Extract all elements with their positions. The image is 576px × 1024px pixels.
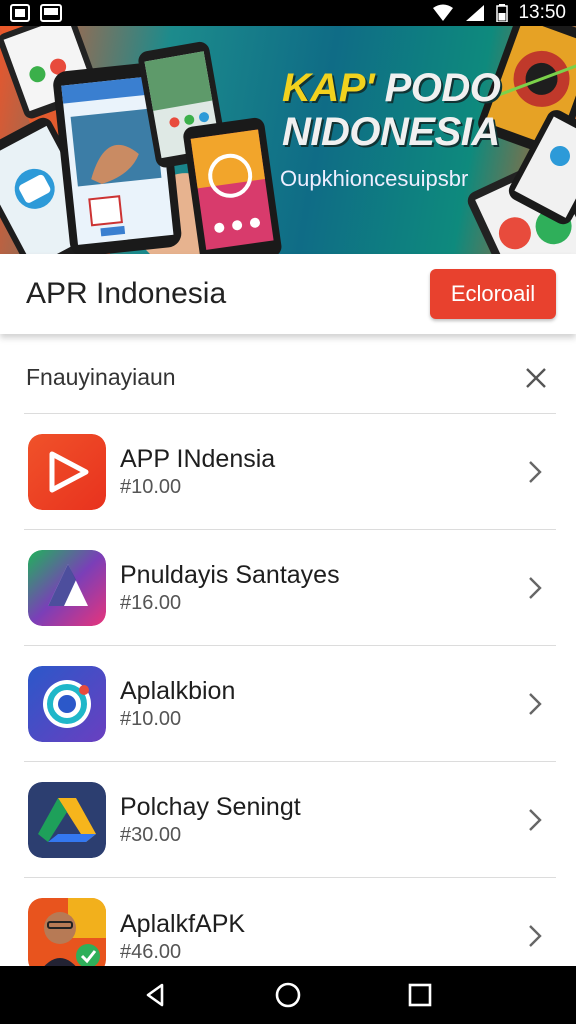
banner-subtitle: Oupkhioncesuipsbr (280, 166, 469, 191)
banner-title: KAP' PODO NIDONESIA (282, 66, 501, 154)
app-name: Polchay Seningt (120, 793, 301, 821)
app-name: Aplalkbion (120, 677, 236, 705)
navigation-bar (0, 966, 576, 1024)
chevron-right-icon (529, 692, 542, 715)
app-name: AplalkfAPK (120, 909, 246, 938)
close-icon[interactable] (524, 366, 548, 390)
banner-title-line2: NIDONESIA (282, 110, 500, 154)
back-icon[interactable] (142, 981, 170, 1009)
wifi-icon (433, 4, 454, 21)
gallery-icon (10, 4, 30, 22)
app-price: #10.00 (120, 476, 182, 498)
status-time: 13:50 (518, 2, 566, 23)
battery-icon (496, 4, 509, 22)
filter-label: Fnauyinayiaun (26, 364, 176, 390)
list-item[interactable]: Aplalkbion #10.00 (24, 646, 556, 762)
drive-triangle-icon (28, 781, 106, 858)
list-item[interactable]: Polchay Seningt #30.00 (24, 762, 556, 878)
promo-banner[interactable]: KAP' PODO NIDONESIA Oupkhioncesuipsbr (0, 26, 576, 254)
app-price: #46.00 (120, 940, 182, 963)
chevron-right-icon (529, 925, 542, 947)
app-name: Pnuldayis Santayes (120, 561, 340, 589)
list-item[interactable]: Pnuldayis Santayes #16.00 (24, 530, 556, 646)
app-list: APP INdensia #10.00 Pnuldayis Santayes #… (24, 414, 556, 994)
banner-title-highlight: KAP' (282, 66, 374, 110)
app-name: APP INdensia (120, 445, 276, 473)
ring-icon (28, 665, 106, 742)
chevron-right-icon (529, 460, 542, 483)
app-header: APR Indonesia Ecloroail (0, 254, 576, 334)
page-title: APR Indonesia (26, 277, 227, 310)
signal-icon (466, 5, 485, 21)
app-price: #30.00 (120, 824, 182, 846)
image-icon (40, 4, 62, 22)
status-bar: 13:50 (0, 0, 576, 26)
drive-triangle-icon (28, 549, 106, 626)
chevron-right-icon (529, 808, 542, 831)
recents-icon[interactable] (406, 981, 434, 1009)
avatar-icon (28, 898, 106, 974)
banner-title-rest: PODO (373, 66, 501, 110)
chevron-right-icon (529, 576, 542, 599)
filter-row: Fnauyinayiaun (24, 342, 556, 414)
play-icon (28, 433, 106, 510)
explore-button[interactable]: Ecloroail (430, 269, 556, 319)
list-item[interactable]: APP INdensia #10.00 (24, 414, 556, 530)
app-price: #16.00 (120, 592, 182, 614)
home-icon[interactable] (274, 981, 302, 1009)
app-price: #10.00 (120, 708, 182, 730)
